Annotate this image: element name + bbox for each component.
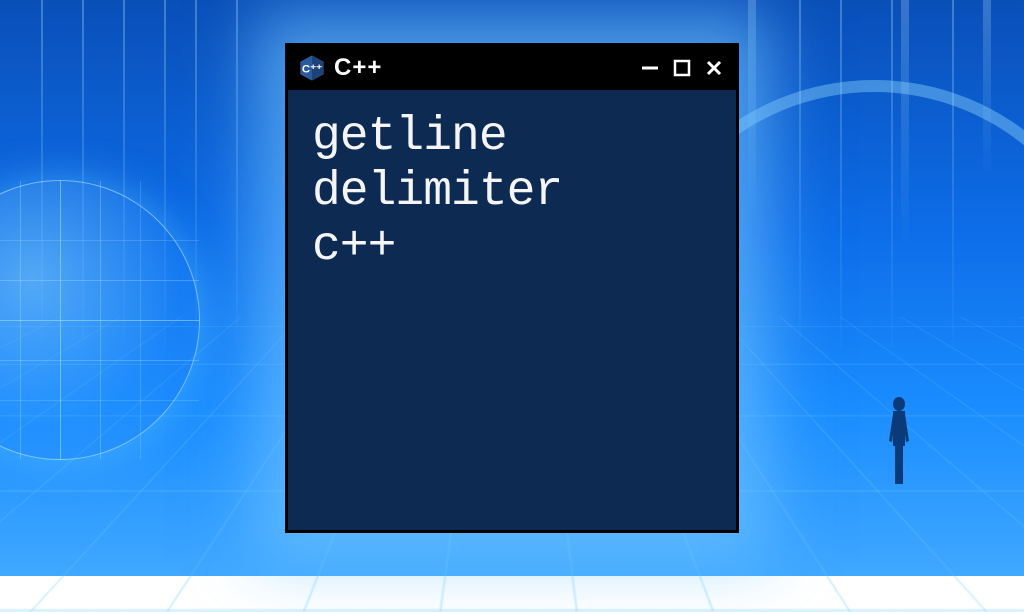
minimize-button[interactable] [638,56,662,80]
svg-text:C⁺⁺: C⁺⁺ [302,63,322,75]
window-controls [638,56,726,80]
titlebar-left: C⁺⁺ C++ [298,54,382,82]
terminal-content: getline delimiter c++ [288,90,736,296]
content-line-1: getline [312,110,507,164]
window-title: C++ [334,54,382,82]
terminal-window: C⁺⁺ C++ getline delimiter c++ [285,43,739,533]
person-silhouette [884,396,914,486]
close-button[interactable] [702,56,726,80]
content-line-3: c++ [312,220,395,274]
window-titlebar[interactable]: C⁺⁺ C++ [288,46,736,90]
terminal-text: getline delimiter c++ [312,110,712,276]
cpp-logo-icon: C⁺⁺ [298,54,326,82]
content-line-2: delimiter [312,165,562,219]
maximize-button[interactable] [670,56,694,80]
